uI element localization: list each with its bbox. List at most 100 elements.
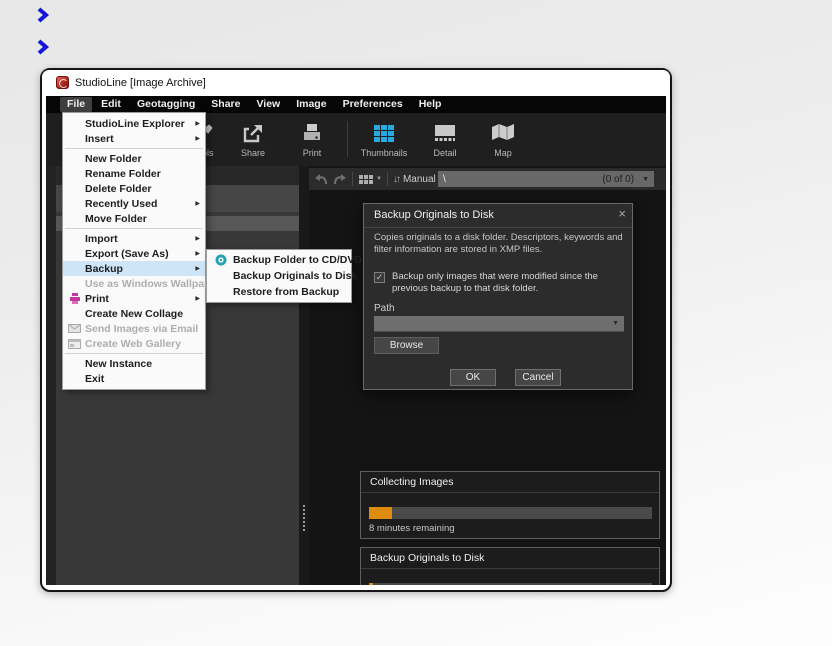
app-window: StudioLine [Image Archive] File Edit Geo… (40, 68, 672, 592)
map-icon (490, 119, 516, 147)
submenu-item-restore-from-backup[interactable]: Restore from Backup (207, 284, 351, 300)
submenu-arrow-icon: ▶ (195, 120, 200, 127)
share-icon (241, 119, 265, 147)
print-icon (300, 119, 324, 147)
menu-item-exit[interactable]: Exit (63, 371, 205, 386)
menu-preferences[interactable]: Preferences (336, 97, 410, 112)
folder-path-combobox[interactable]: \ (0 of 0) ▼ (438, 171, 654, 187)
submenu-arrow-icon: ▶ (195, 295, 200, 302)
chevron-down-icon: ▼ (642, 176, 649, 183)
web-gallery-icon (67, 338, 82, 349)
menu-help[interactable]: Help (412, 97, 449, 112)
menu-item-recently-used[interactable]: Recently Used ▶ (63, 196, 205, 211)
submenu-item-backup-folder-to-cd-dvd[interactable]: Backup Folder to CD/DVD (207, 252, 351, 268)
submenu-item-backup-originals-to-disk[interactable]: Backup Originals to Disk (207, 268, 351, 284)
panel-splitter[interactable] (299, 166, 309, 585)
sort-mode-label: Manual (403, 174, 436, 185)
ok-button[interactable]: OK (450, 369, 496, 386)
envelope-icon (67, 323, 82, 334)
menu-item-move-folder[interactable]: Move Folder (63, 211, 205, 226)
dialog-divider (364, 227, 632, 228)
detail-icon (433, 119, 457, 147)
cancel-button[interactable]: Cancel (515, 369, 561, 386)
progress-track (369, 583, 652, 585)
submenu-arrow-icon: ▶ (195, 265, 200, 272)
chevron-down-icon: ▼ (376, 176, 382, 182)
progress-fill (369, 507, 392, 519)
menu-item-studioline-explorer[interactable]: StudioLine Explorer ▶ (63, 116, 205, 131)
sort-order-button[interactable]: ↓↑ Manual (393, 174, 436, 185)
thumbnails-button[interactable]: Thumbnails (352, 119, 416, 158)
panel-title: Collecting Images (370, 476, 453, 488)
menu-item-delete-folder[interactable]: Delete Folder (63, 181, 205, 196)
menu-geotagging[interactable]: Geotagging (130, 97, 202, 112)
forward-button[interactable] (333, 173, 347, 186)
menu-separator (65, 353, 203, 354)
menu-separator (65, 148, 203, 149)
menu-separator (65, 228, 203, 229)
menu-item-export-save-as[interactable]: Export (Save As) ▶ (63, 246, 205, 261)
menu-bar: File Edit Geotagging Share View Image Pr… (46, 96, 666, 113)
share-button[interactable]: Share (221, 119, 285, 158)
window-title: StudioLine [Image Archive] (75, 70, 206, 96)
menu-item-create-new-collage[interactable]: Create New Collage (63, 306, 205, 321)
print-button[interactable]: Print (280, 119, 344, 158)
grid-view-icon (359, 175, 373, 184)
panel-title: Backup Originals to Disk (370, 552, 484, 564)
progress-status: 8 minutes remaining (369, 523, 455, 534)
app-shell: File Edit Geotagging Share View Image Pr… (46, 96, 666, 585)
file-menu-dropdown: StudioLine Explorer ▶ Insert ▶ New Folde… (62, 112, 206, 390)
submenu-arrow-icon: ▶ (195, 135, 200, 142)
view-options-button[interactable]: ▼ (359, 175, 382, 184)
menu-item-send-images-via-email[interactable]: Send Images via Email (63, 321, 205, 336)
menu-item-create-web-gallery[interactable]: Create Web Gallery (63, 336, 205, 351)
progress-fill (369, 583, 373, 585)
menu-item-insert[interactable]: Insert ▶ (63, 131, 205, 146)
menu-item-rename-folder[interactable]: Rename Folder (63, 166, 205, 181)
modified-only-checkbox-row[interactable]: ✓ Backup only images that were modified … (374, 271, 624, 295)
submenu-arrow-icon: ▶ (195, 200, 200, 207)
checkbox[interactable]: ✓ (374, 272, 385, 283)
disc-icon (213, 254, 228, 265)
back-button[interactable] (314, 173, 328, 186)
checkmark-icon: ✓ (376, 273, 384, 282)
path-combobox[interactable]: ▼ (374, 316, 624, 332)
close-icon[interactable]: × (618, 206, 626, 222)
browse-button[interactable]: Browse (374, 337, 439, 354)
nav-separator (387, 172, 388, 186)
progress-track (369, 507, 652, 519)
menu-item-print[interactable]: Print ▶ (63, 291, 205, 306)
menu-view[interactable]: View (249, 97, 287, 112)
menu-file[interactable]: File (60, 97, 92, 112)
path-label: Path (374, 303, 395, 314)
left-collapse-strip[interactable]: ◀ (46, 166, 56, 585)
chevron-down-icon: ▼ (612, 320, 619, 327)
splitter-grip-icon (303, 505, 305, 531)
nav-separator (352, 172, 353, 186)
blue-chevron-icon (36, 39, 50, 55)
menu-edit[interactable]: Edit (94, 97, 128, 112)
toolbar-separator (347, 121, 348, 157)
thumbnails-icon (374, 119, 394, 147)
menu-item-use-as-windows-wallpaper[interactable]: Use as Windows Wallpaper (63, 276, 205, 291)
menu-share[interactable]: Share (204, 97, 247, 112)
menu-item-backup[interactable]: Backup ▶ (63, 261, 205, 276)
menu-item-import[interactable]: Import ▶ (63, 231, 205, 246)
map-button[interactable]: Map (471, 119, 535, 158)
menu-item-new-folder[interactable]: New Folder (63, 151, 205, 166)
submenu-arrow-icon: ▶ (195, 235, 200, 242)
menu-image[interactable]: Image (289, 97, 333, 112)
panel-divider (361, 568, 659, 569)
menu-item-new-instance[interactable]: New Instance (63, 356, 205, 371)
submenu-arrow-icon: ▶ (195, 250, 200, 257)
dialog-description: Copies originals to a disk folder. Descr… (374, 232, 626, 256)
app-logo-icon (56, 76, 69, 89)
sort-arrows-icon: ↓↑ (393, 174, 399, 185)
detail-button[interactable]: Detail (413, 119, 477, 158)
backup-originals-dialog: Backup Originals to Disk × Copies origin… (363, 203, 633, 390)
navigation-toolbar: ▼ ↓↑ Manual \ (0 of 0) ▼ (309, 168, 666, 190)
printer-icon (67, 293, 82, 304)
backup-progress-panel: Backup Originals to Disk 1% done Cancel (360, 547, 660, 585)
backup-submenu: Backup Folder to CD/DVD Backup Originals… (206, 249, 352, 303)
panel-divider (361, 492, 659, 493)
